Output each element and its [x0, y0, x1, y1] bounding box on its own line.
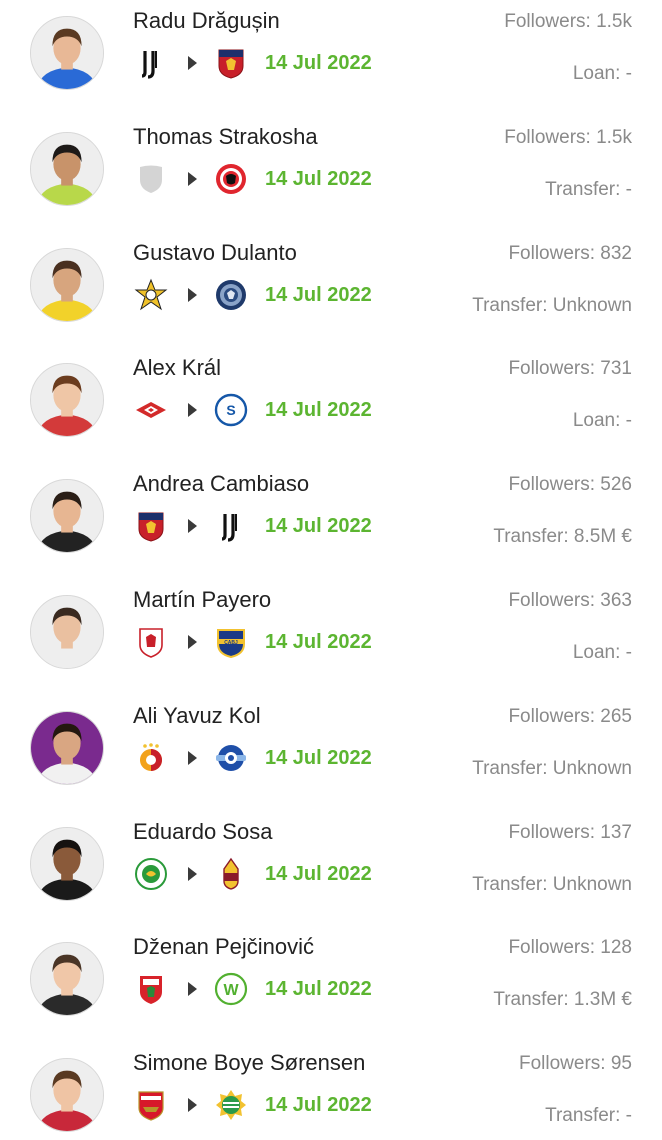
followers-count: Followers: 265 [508, 706, 632, 727]
transfer-date: 14 Jul 2022 [265, 1094, 372, 1116]
player-name: Dženan Pejčinović [133, 934, 314, 959]
transfer-fee: Loan: - [572, 63, 632, 84]
arrow-right-icon [188, 56, 197, 70]
player-avatar [30, 16, 104, 90]
arrow-right-icon [188, 519, 197, 533]
sheriff-crest-icon[interactable] [134, 278, 168, 312]
followers-count: Followers: 731 [508, 358, 632, 379]
transfer-fee: Transfer: 8.5M € [493, 526, 632, 547]
transfer-row[interactable]: Andrea Cambiaso Followers: 526 14 Jul 2022… [0, 471, 662, 587]
lion-club-crest-icon[interactable] [214, 278, 248, 312]
arrow-right-icon [188, 751, 197, 765]
followers-count: Followers: 363 [508, 590, 632, 611]
transfer-date: 14 Jul 2022 [265, 631, 372, 653]
transfer-row[interactable]: Gustavo Dulanto Followers: 832 14 Jul 2022… [0, 240, 662, 356]
player-name: Simone Boye Sørensen [133, 1050, 366, 1075]
player-name: Ali Yavuz Kol [133, 703, 261, 728]
followers-count: Followers: 832 [508, 243, 632, 264]
galatasaray-crest-icon[interactable] [134, 741, 168, 775]
genoa-crest-icon[interactable] [134, 509, 168, 543]
player-name: Thomas Strakosha [133, 124, 318, 149]
arsenal-crest-icon[interactable] [134, 1088, 168, 1122]
player-avatar [30, 363, 104, 437]
transfer-fee: Loan: - [572, 410, 632, 431]
transfer-fee: Transfer: - [545, 179, 632, 200]
schalke-crest-icon[interactable]: S [214, 393, 248, 427]
genoa-crest-icon[interactable] [214, 46, 248, 80]
transfer-date: 14 Jul 2022 [265, 284, 372, 306]
transfer-fee: Transfer: Unknown [472, 295, 632, 316]
transfer-fee: Loan: - [572, 642, 632, 663]
arrow-right-icon [188, 867, 197, 881]
transfer-date: 14 Jul 2022 [265, 747, 372, 769]
transfer-fee: Transfer: Unknown [472, 874, 632, 895]
player-name: Martín Payero [133, 587, 272, 612]
transfer-row[interactable]: Eduardo Sosa Followers: 137 14 Jul 2022 Tra… [0, 819, 662, 935]
tolima-crest-icon[interactable] [214, 857, 248, 891]
followers-count: Followers: 1.5k [504, 127, 632, 148]
player-avatar [30, 711, 104, 785]
jaguares-crest-icon[interactable] [134, 857, 168, 891]
transfer-row[interactable]: Alex Král Followers: 731 S 14 Jul 2022 Loan:… [0, 355, 662, 471]
followers-count: Followers: 128 [508, 937, 632, 958]
player-name: Andrea Cambiaso [133, 471, 310, 496]
player-avatar [30, 248, 104, 322]
player-name: Radu Drăgușin [133, 8, 280, 33]
player-name: Gustavo Dulanto [133, 240, 297, 265]
player-avatar [30, 479, 104, 553]
svg-text:W: W [223, 982, 239, 999]
boca-juniors-crest-icon[interactable]: CABJ [214, 625, 248, 659]
svg-text:CABJ: CABJ [224, 640, 238, 646]
transfer-row[interactable]: Simone Boye Sørensen Followers: 95 14 Jul … [0, 1050, 662, 1140]
transfer-list: Radu Drăgușin Followers: 1.5k 14 Jul 2022 L… [0, 0, 662, 1140]
arrow-right-icon [188, 403, 197, 417]
transfer-row[interactable]: Thomas Strakosha Followers: 1.5k 14 Jul 20… [0, 124, 662, 240]
transfer-fee: Transfer: 1.3M € [493, 989, 632, 1010]
hammarby-crest-icon[interactable] [214, 1088, 248, 1122]
transfer-fee: Transfer: - [545, 1105, 632, 1126]
transfer-date: 14 Jul 2022 [265, 168, 372, 190]
arrow-right-icon [188, 635, 197, 649]
followers-count: Followers: 1.5k [504, 11, 632, 32]
player-name: Alex Král [133, 355, 222, 380]
transfer-date: 14 Jul 2022 [265, 863, 372, 885]
brentford-crest-icon[interactable] [214, 162, 248, 196]
middlesbrough-crest-icon[interactable] [134, 625, 168, 659]
arrow-right-icon [188, 172, 197, 186]
transfer-row[interactable]: Martín Payero Followers: 363 CABJ 14 Jul 20… [0, 587, 662, 703]
followers-count: Followers: 526 [508, 474, 632, 495]
player-avatar [30, 595, 104, 669]
transfer-row[interactable]: Dženan Pejčinović Followers: 128 W 14 Jul 2… [0, 934, 662, 1050]
juventus-crest-icon[interactable] [134, 46, 168, 80]
arrow-right-icon [188, 1098, 197, 1112]
followers-count: Followers: 137 [508, 822, 632, 843]
transfer-date: 14 Jul 2022 [265, 399, 372, 421]
transfer-fee: Transfer: Unknown [472, 758, 632, 779]
arrow-right-icon [188, 982, 197, 996]
player-avatar [30, 132, 104, 206]
augsburg-crest-icon[interactable] [134, 972, 168, 1006]
transfer-date: 14 Jul 2022 [265, 978, 372, 1000]
transfer-row[interactable]: Ali Yavuz Kol Followers: 265 14 Jul 2022 Tr… [0, 703, 662, 819]
transfer-row[interactable]: Radu Drăgușin Followers: 1.5k 14 Jul 2022 L… [0, 8, 662, 124]
player-avatar [30, 942, 104, 1016]
transfer-date: 14 Jul 2022 [265, 515, 372, 537]
followers-count: Followers: 95 [519, 1053, 632, 1074]
svg-text:S: S [226, 402, 235, 418]
placeholder-crest-icon[interactable] [134, 162, 168, 196]
arrow-right-icon [188, 288, 197, 302]
adana-demirspor-crest-icon[interactable] [214, 741, 248, 775]
wolfsburg-crest-icon[interactable]: W [214, 972, 248, 1006]
player-avatar [30, 1058, 104, 1132]
player-name: Eduardo Sosa [133, 819, 273, 844]
spartak-crest-icon[interactable] [134, 393, 168, 427]
transfer-date: 14 Jul 2022 [265, 52, 372, 74]
juventus-crest-icon[interactable] [214, 509, 248, 543]
player-avatar [30, 827, 104, 901]
